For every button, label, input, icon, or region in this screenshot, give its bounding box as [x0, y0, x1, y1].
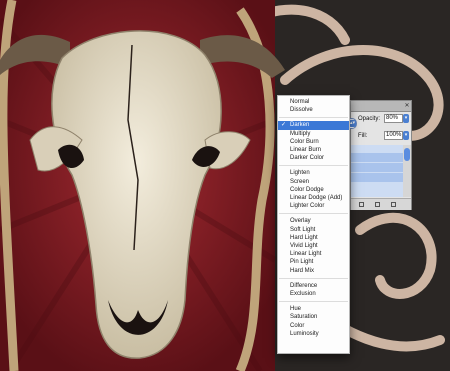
- menu-item-label: Hard Mix: [290, 267, 315, 274]
- menu-separator: [279, 301, 348, 303]
- fill-stepper-arrows-icon[interactable]: ▾: [403, 131, 409, 140]
- menu-item-label: Multiply: [290, 130, 311, 137]
- menu-item-label: Hard Light: [290, 234, 318, 241]
- menu-item-label: Linear Dodge (Add): [290, 195, 343, 201]
- menu-item-label: Color Dodge: [290, 186, 324, 193]
- layer-row[interactable]: [351, 153, 403, 162]
- blend-mode-exclusion[interactable]: Exclusion: [278, 290, 349, 299]
- menu-item-label: Linear Light: [290, 251, 322, 258]
- menu-item-label: Overlay: [290, 218, 311, 225]
- layer-list-scrollbar[interactable]: [403, 145, 411, 197]
- layer-row[interactable]: [351, 173, 403, 182]
- menu-item-label: Normal: [290, 99, 310, 105]
- panel-close-icon[interactable]: ✕: [403, 101, 411, 111]
- blend-mode-luminosity[interactable]: Luminosity: [278, 330, 349, 339]
- blend-mode-menu: Normal Dissolve ✓ Darken Multiply Color Burn L…: [277, 95, 350, 354]
- menu-item-label: Dissolve: [290, 107, 313, 114]
- layer-list[interactable]: [351, 145, 403, 197]
- menu-item-label: Exclusion: [290, 291, 316, 297]
- menu-item-label: Color: [290, 322, 305, 329]
- menu-item-label: Darken: [290, 122, 310, 129]
- blend-mode-darker-color[interactable]: Darker Color: [278, 154, 349, 163]
- opacity-label: Opacity:: [358, 116, 381, 122]
- layers-panel: ✕ Opacity: 80% ▾ Fill: 100% ▾: [350, 100, 412, 210]
- panel-footer: [351, 198, 411, 210]
- menu-separator: [279, 165, 348, 167]
- menu-item-label: Saturation: [290, 314, 318, 321]
- menu-item-label: Luminosity: [290, 330, 319, 337]
- opacity-input[interactable]: 80%: [384, 114, 403, 123]
- menu-item-label: Darker Color: [290, 155, 325, 162]
- new-layer-icon[interactable]: [375, 202, 380, 207]
- menu-item-label: Soft Light: [290, 226, 316, 233]
- blend-mode-hard-mix[interactable]: Hard Mix: [278, 267, 349, 276]
- opacity-row: Opacity: 80% ▾: [351, 113, 411, 125]
- menu-item-label: Pin Light: [290, 259, 314, 266]
- fill-label: Fill:: [358, 133, 368, 139]
- trash-icon[interactable]: [391, 202, 396, 207]
- menu-item-label: Screen: [290, 178, 310, 185]
- blend-mode-lighter-color[interactable]: Lighter Color: [278, 202, 349, 211]
- menu-item-label: Vivid Light: [290, 243, 318, 249]
- select-arrows-icon[interactable]: ▴▾: [349, 120, 356, 127]
- menu-separator: [279, 117, 348, 119]
- menu-item-label: Lighter Color: [290, 203, 325, 210]
- fill-row: Fill: 100% ▾: [351, 130, 411, 142]
- opacity-stepper-arrows-icon[interactable]: ▾: [403, 114, 409, 123]
- layer-row[interactable]: [351, 163, 403, 172]
- menu-separator: [279, 213, 348, 215]
- panel-tab-bar[interactable]: ✕: [351, 101, 411, 112]
- scrollbar-thumb[interactable]: [404, 148, 410, 161]
- fill-input[interactable]: 100%: [384, 131, 403, 140]
- new-group-icon[interactable]: [359, 202, 364, 207]
- menu-item-label: Hue: [290, 306, 302, 313]
- blend-mode-dissolve[interactable]: Dissolve: [278, 106, 349, 115]
- menu-item-label: Linear Burn: [290, 147, 322, 153]
- menu-item-label: Lighten: [290, 170, 310, 177]
- menu-item-label: Difference: [290, 282, 318, 289]
- menu-separator: [279, 277, 348, 279]
- menu-item-label: Color Burn: [290, 138, 319, 145]
